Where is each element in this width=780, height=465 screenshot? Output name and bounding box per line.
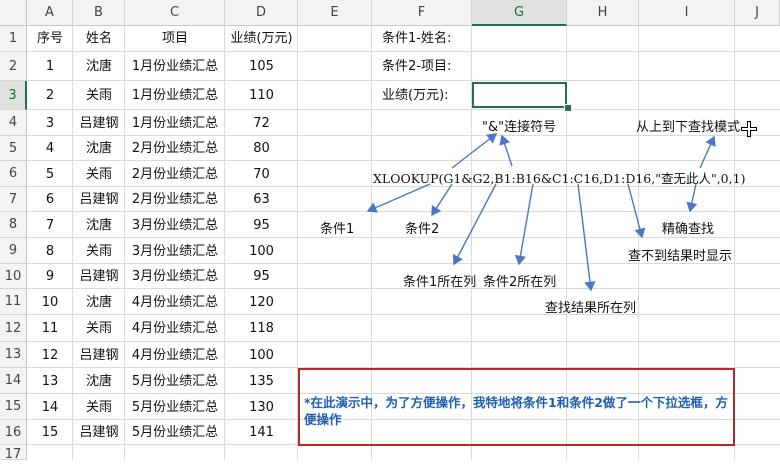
note-text: *在此演示中，为了方便操作，我特地将条件1和条件2做了一个下拉选框，方便操作 — [304, 395, 728, 427]
arrow-amp-right — [499, 134, 513, 167]
spreadsheet: A B C D E F G H I J 1 2 3 4 5 6 7 8 9 10… — [0, 0, 780, 462]
arrow-not-found — [627, 183, 646, 239]
arrow-top-down — [699, 135, 716, 169]
arrow-cond2 — [431, 183, 453, 217]
arrow-cond1 — [366, 183, 431, 213]
arrow-exact — [686, 183, 698, 213]
arrow-amp-left — [451, 133, 498, 169]
arrow-cond1-col — [452, 183, 497, 266]
arrow-result-col — [577, 183, 596, 292]
arrow-cond2-col — [514, 183, 534, 266]
move-cursor-icon — [741, 121, 757, 137]
